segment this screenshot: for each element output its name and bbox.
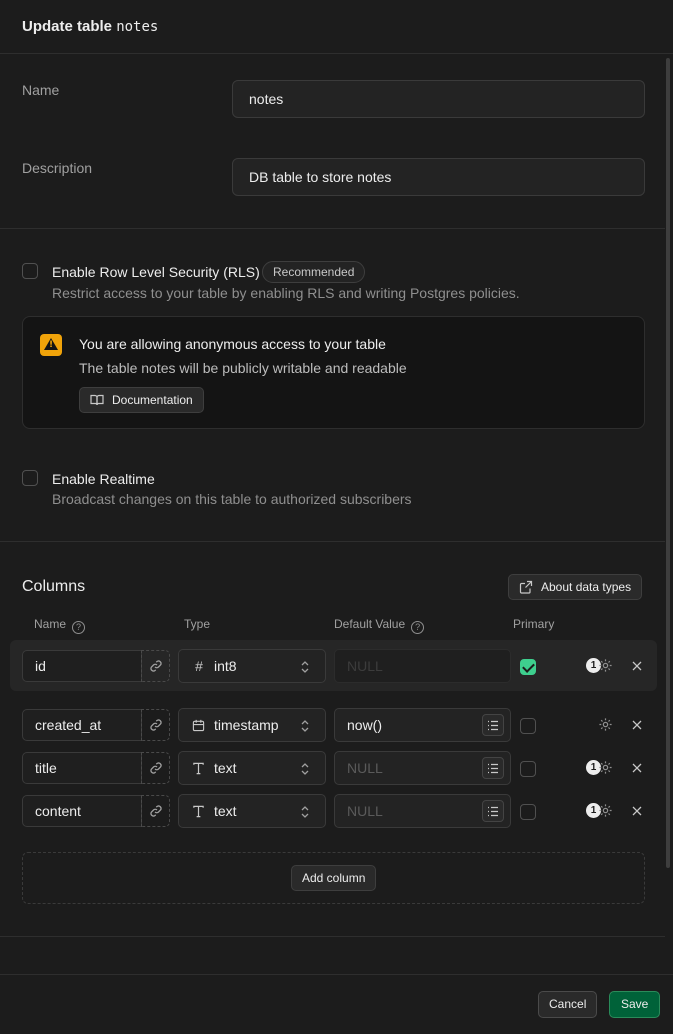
- primary-key-checkbox[interactable]: [520, 718, 536, 734]
- save-button[interactable]: Save: [609, 991, 661, 1018]
- list-icon: [488, 763, 498, 774]
- rls-description: Restrict access to your table by enablin…: [52, 285, 520, 301]
- dialog-header: Update table notes: [0, 0, 673, 54]
- remove-column-icon[interactable]: [630, 804, 644, 818]
- default-value-input[interactable]: NULL: [334, 794, 511, 828]
- link-icon: [150, 805, 162, 817]
- about-data-types-button[interactable]: About data types: [508, 574, 643, 600]
- column-type-value: timestamp: [214, 717, 279, 733]
- add-column-button[interactable]: Add column: [291, 865, 377, 891]
- suggestions-button[interactable]: [482, 800, 504, 822]
- chevron-up-down-icon: [301, 763, 309, 775]
- gear-icon: [599, 659, 612, 672]
- divider: [0, 936, 665, 937]
- list-icon: [488, 806, 498, 817]
- column-type-select[interactable]: timestamp: [178, 708, 326, 742]
- column-type-value: text: [214, 803, 237, 819]
- gear-icon: [599, 718, 612, 731]
- description-input[interactable]: DB table to store notes: [232, 158, 645, 196]
- primary-key-checkbox[interactable]: [520, 761, 536, 777]
- suggestions-button[interactable]: [482, 757, 504, 779]
- chevron-up-down-icon: [301, 806, 309, 818]
- column-settings-button[interactable]: 1: [586, 758, 616, 778]
- default-value-placeholder: NULL: [347, 760, 383, 776]
- cancel-button[interactable]: Cancel: [538, 991, 598, 1018]
- calendar-icon: [192, 719, 205, 732]
- name-label: Name: [22, 82, 60, 98]
- name-input[interactable]: notes: [232, 80, 645, 118]
- divider: [0, 228, 665, 229]
- col-header-name: Name?: [34, 617, 86, 634]
- rls-checkbox[interactable]: [22, 263, 38, 279]
- warning-icon: [40, 334, 62, 356]
- default-value-text: now(): [347, 717, 383, 733]
- column-name-input[interactable]: created_at: [22, 709, 142, 741]
- foreign-key-button[interactable]: [141, 709, 170, 741]
- add-column-area: Add column: [22, 852, 645, 904]
- link-icon: [150, 719, 162, 731]
- suggestions-button[interactable]: [482, 714, 504, 736]
- documentation-label: Documentation: [112, 393, 193, 407]
- dialog-footer: Cancel Save: [0, 974, 673, 1034]
- default-value-input[interactable]: NULL: [334, 751, 511, 785]
- recommended-badge: Recommended: [262, 261, 366, 283]
- column-type-select[interactable]: # int8: [178, 649, 326, 683]
- primary-key-checkbox[interactable]: [520, 659, 536, 675]
- column-name-input[interactable]: id: [22, 650, 142, 682]
- chevron-up-down-icon: [301, 661, 309, 673]
- table-name-code: notes: [116, 19, 159, 35]
- column-type-select[interactable]: text: [178, 794, 326, 828]
- column-type-value: text: [214, 760, 237, 776]
- remove-column-icon[interactable]: [630, 718, 644, 732]
- column-settings-button[interactable]: [586, 715, 616, 735]
- alert-description: The table notes will be publicly writabl…: [79, 360, 407, 376]
- col-header-name-label: Name: [34, 617, 67, 631]
- help-icon[interactable]: ?: [72, 621, 86, 634]
- dialog-title: Update table: [22, 18, 113, 35]
- default-value-input[interactable]: NULL: [334, 649, 511, 683]
- external-link-icon: [519, 580, 533, 594]
- column-name-input[interactable]: title: [22, 752, 142, 784]
- chevron-up-down-icon: [301, 720, 309, 732]
- col-header-primary: Primary: [513, 617, 555, 631]
- text-type-icon: [193, 762, 204, 775]
- text-type-icon: [193, 805, 204, 818]
- anonymous-access-alert: You are allowing anonymous access to you…: [22, 316, 645, 429]
- divider: [0, 541, 665, 542]
- col-header-default-label: Default Value: [334, 617, 406, 631]
- gear-icon: [599, 761, 612, 774]
- about-data-types-label: About data types: [541, 580, 632, 594]
- column-type-select[interactable]: text: [178, 751, 326, 785]
- column-type-value: int8: [214, 658, 237, 674]
- rls-title: Enable Row Level Security (RLS): [52, 264, 260, 280]
- default-value-placeholder: NULL: [347, 803, 383, 819]
- primary-key-checkbox[interactable]: [520, 804, 536, 820]
- col-header-default: Default Value?: [334, 617, 425, 634]
- foreign-key-button[interactable]: [141, 795, 170, 827]
- link-icon: [150, 660, 162, 672]
- help-icon[interactable]: ?: [411, 621, 425, 634]
- remove-column-icon[interactable]: [630, 659, 644, 673]
- hash-icon: #: [195, 658, 203, 674]
- default-value-input[interactable]: now(): [334, 708, 511, 742]
- col-header-type: Type: [184, 617, 211, 631]
- link-icon: [150, 762, 162, 774]
- description-label: Description: [22, 160, 93, 176]
- column-name-input[interactable]: content: [22, 795, 142, 827]
- foreign-key-button[interactable]: [141, 650, 170, 682]
- realtime-description: Broadcast changes on this table to autho…: [52, 491, 412, 507]
- column-settings-button[interactable]: 1: [586, 656, 616, 676]
- realtime-title: Enable Realtime: [52, 471, 155, 487]
- book-icon: [90, 394, 104, 406]
- gear-icon: [599, 804, 612, 817]
- documentation-button[interactable]: Documentation: [79, 387, 204, 413]
- realtime-checkbox[interactable]: [22, 470, 38, 486]
- foreign-key-button[interactable]: [141, 752, 170, 784]
- remove-column-icon[interactable]: [630, 761, 644, 775]
- scrollbar[interactable]: [666, 58, 670, 868]
- alert-title: You are allowing anonymous access to you…: [79, 336, 386, 352]
- list-icon: [488, 720, 498, 731]
- columns-title: Columns: [22, 578, 86, 595]
- column-settings-button[interactable]: 1: [586, 801, 616, 821]
